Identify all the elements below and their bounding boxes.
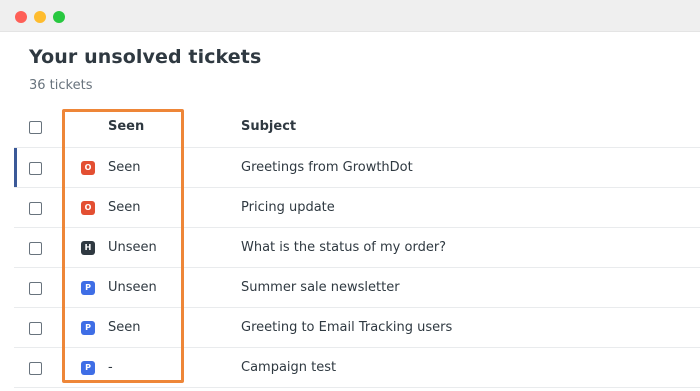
maximize-window-button[interactable] bbox=[53, 11, 65, 23]
column-header-seen[interactable]: Seen bbox=[108, 119, 144, 134]
status-badge: O bbox=[81, 201, 95, 215]
table-row[interactable]: O Seen Greetings from GrowthDot bbox=[14, 148, 700, 188]
status-badge: O bbox=[81, 161, 95, 175]
table-row[interactable]: P Unseen Summer sale newsletter bbox=[14, 268, 700, 308]
ticket-count: 36 tickets bbox=[29, 78, 93, 93]
ticket-subject[interactable]: Greetings from GrowthDot bbox=[241, 160, 413, 175]
ticket-subject[interactable]: What is the status of my order? bbox=[241, 240, 446, 255]
seen-status: Seen bbox=[108, 160, 141, 175]
row-checkbox[interactable] bbox=[29, 282, 42, 295]
column-header-subject[interactable]: Subject bbox=[241, 119, 296, 134]
status-badge: H bbox=[81, 241, 95, 255]
table-row[interactable]: H Unseen What is the status of my order? bbox=[14, 228, 700, 268]
page-title: Your unsolved tickets bbox=[29, 46, 262, 68]
app-window: Your unsolved tickets 36 tickets Seen Su… bbox=[0, 0, 700, 391]
select-all-checkbox[interactable] bbox=[29, 121, 42, 134]
ticket-subject[interactable]: Pricing update bbox=[241, 200, 335, 215]
row-checkbox[interactable] bbox=[29, 242, 42, 255]
seen-status: - bbox=[108, 360, 113, 375]
row-checkbox[interactable] bbox=[29, 362, 42, 375]
table-row[interactable]: O Seen Pricing update bbox=[14, 188, 700, 228]
minimize-window-button[interactable] bbox=[34, 11, 46, 23]
status-badge: P bbox=[81, 361, 95, 375]
seen-status: Unseen bbox=[108, 240, 157, 255]
row-checkbox[interactable] bbox=[29, 322, 42, 335]
seen-status: Seen bbox=[108, 320, 141, 335]
ticket-subject[interactable]: Summer sale newsletter bbox=[241, 280, 400, 295]
table-row[interactable]: P Seen Greeting to Email Tracking users bbox=[14, 308, 700, 348]
seen-status: Seen bbox=[108, 200, 141, 215]
close-window-button[interactable] bbox=[15, 11, 27, 23]
row-checkbox[interactable] bbox=[29, 162, 42, 175]
seen-status: Unseen bbox=[108, 280, 157, 295]
ticket-subject[interactable]: Greeting to Email Tracking users bbox=[241, 320, 452, 335]
window-titlebar bbox=[0, 0, 700, 32]
table-header-row: Seen Subject bbox=[14, 107, 700, 148]
ticket-subject[interactable]: Campaign test bbox=[241, 360, 336, 375]
table-row[interactable]: P - Campaign test bbox=[14, 348, 700, 388]
status-badge: P bbox=[81, 281, 95, 295]
row-checkbox[interactable] bbox=[29, 202, 42, 215]
status-badge: P bbox=[81, 321, 95, 335]
